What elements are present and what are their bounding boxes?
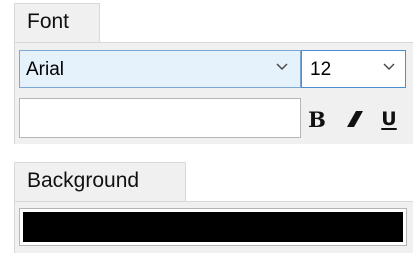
font-size-dropdown[interactable]: 12: [301, 50, 406, 88]
tab-background[interactable]: Background: [14, 162, 186, 202]
background-color-fill: [23, 212, 403, 242]
tab-background-label: Background: [27, 169, 140, 192]
underline-label: U: [381, 108, 397, 130]
bold-button[interactable]: B: [302, 104, 332, 134]
tab-font[interactable]: Font: [14, 3, 100, 43]
chevron-down-icon: [276, 63, 288, 70]
background-color-swatch[interactable]: [19, 208, 407, 246]
bold-label: B: [308, 106, 326, 132]
font-size-value: 12: [310, 59, 332, 80]
text-input[interactable]: [19, 98, 301, 138]
italic-button[interactable]: [340, 104, 370, 134]
font-name-value: Arial: [26, 59, 65, 80]
italic-icon: [347, 111, 363, 127]
font-name-dropdown[interactable]: Arial: [19, 50, 301, 88]
underline-button[interactable]: U: [374, 104, 404, 134]
chevron-down-icon: [383, 63, 395, 70]
tab-font-label: Font: [27, 10, 70, 33]
